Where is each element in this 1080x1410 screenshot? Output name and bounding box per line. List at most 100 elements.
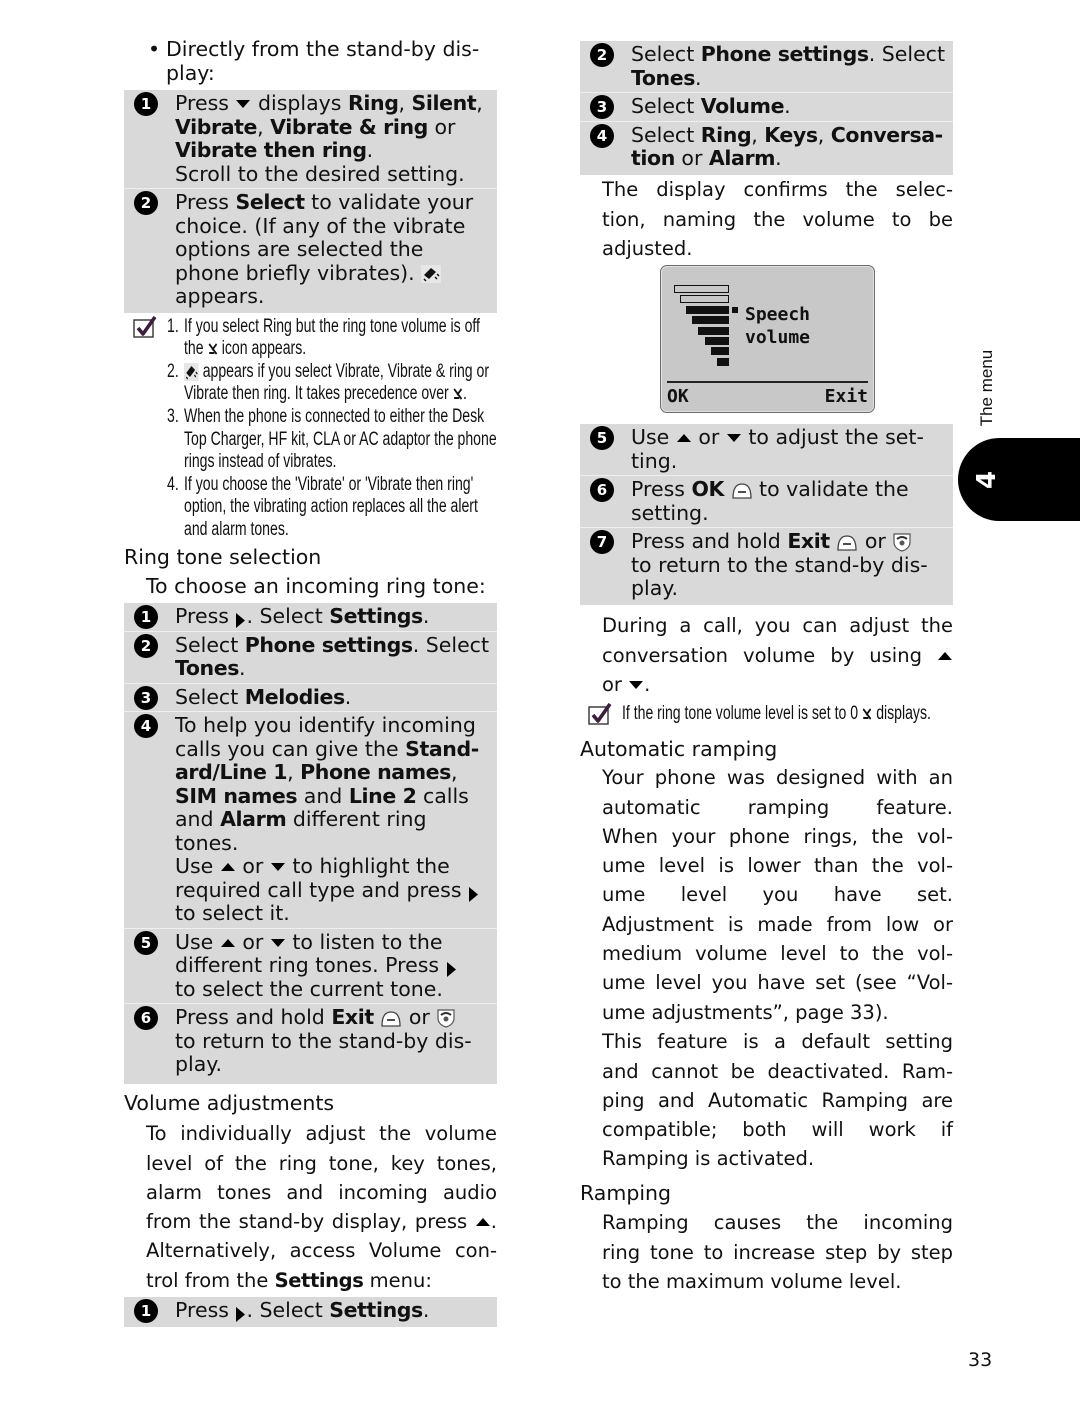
text-run: different ring bbox=[286, 807, 427, 831]
bold-term: Vibrate then ring bbox=[175, 138, 367, 162]
text-line: Vibrate then ring. It takes precedence o… bbox=[184, 383, 497, 406]
step-number-badge: 6 bbox=[590, 478, 614, 502]
text-run: and bbox=[175, 807, 221, 831]
text-line: tion, naming the volume to be bbox=[602, 205, 953, 234]
chapter-tab: 4 bbox=[958, 438, 1080, 521]
bold-term: ard/Line 1 bbox=[175, 760, 288, 784]
text-run: or bbox=[602, 672, 629, 696]
text-line: Press . Select Settings. bbox=[175, 604, 497, 629]
text-run: ume level you have set (see “Vol- bbox=[602, 971, 953, 995]
text-line: play: bbox=[166, 60, 479, 86]
step-number-badge: 1 bbox=[134, 605, 158, 629]
text-run: and bbox=[297, 783, 349, 808]
note-text: If you choose the 'Vibrate' or 'Vibrate … bbox=[184, 474, 497, 542]
text-line: Alternatively, access Volume con- bbox=[146, 1236, 497, 1265]
bold-term: Ring bbox=[700, 122, 752, 147]
bold-term: Settings bbox=[329, 1298, 423, 1322]
text-run: Use bbox=[175, 929, 220, 954]
text-line: Select Melodies. bbox=[175, 685, 497, 710]
text-line: ume level is lower than the vol- bbox=[602, 851, 953, 880]
text-run: to listen to the bbox=[285, 929, 443, 954]
text-run: Press bbox=[175, 604, 236, 628]
text-run: The display confirms the selec- bbox=[602, 178, 953, 202]
checkmark-note-icon bbox=[588, 702, 613, 725]
notes-list: 1. If you select Ring but the ring tone … bbox=[167, 316, 497, 542]
end-call-icon bbox=[892, 532, 912, 552]
bold-term: Vibrate bbox=[175, 114, 258, 139]
during-call-paragraph: During a call, you can adjust the convers… bbox=[602, 611, 953, 699]
text-line: Ramping is activated. bbox=[602, 1144, 953, 1173]
bold-term: Select bbox=[235, 190, 305, 214]
text-run: , bbox=[287, 760, 301, 784]
text-line: Use or to adjust the set- bbox=[631, 425, 953, 450]
step-text: Press . Select Settings. bbox=[175, 604, 497, 629]
text-line: To help you identify incoming bbox=[175, 713, 497, 738]
text-line: option, the vibrating action replaces al… bbox=[184, 496, 497, 519]
step-text: Select Melodies. bbox=[175, 685, 497, 710]
text-run: Directly from the stand-by dis- bbox=[166, 37, 480, 61]
text-line: level of the ring tone, key tones, bbox=[146, 1149, 497, 1178]
text-line: Press OK to validate the bbox=[631, 477, 953, 502]
right-arrow-icon bbox=[235, 612, 246, 629]
text-line: to select it. bbox=[175, 901, 497, 926]
text-line: Press Select to validate your bbox=[175, 190, 497, 215]
text-run: phone briefly vibrates). bbox=[175, 260, 422, 285]
text-run: from the stand-by display, press bbox=[146, 1210, 475, 1234]
text-line: ume adjustments”, page 33). bbox=[602, 998, 953, 1027]
text-run: alarm tones and incoming audio bbox=[146, 1180, 497, 1204]
text-line: from the stand-by display, press . bbox=[146, 1207, 497, 1236]
intro-bullet-item: • Directly from the stand-by dis-play: bbox=[148, 37, 498, 86]
note-item: 1. If you select Ring but the ring tone … bbox=[167, 316, 497, 361]
down-arrow-icon bbox=[726, 433, 742, 443]
text-run: When your phone rings, the vol- bbox=[602, 824, 953, 848]
step-number-badge: 2 bbox=[590, 43, 614, 67]
bold-term: Exit bbox=[331, 1005, 374, 1029]
text-line: Press and hold Exit or bbox=[631, 529, 953, 554]
text-line: ping and Automatic Ramping are bbox=[602, 1086, 953, 1115]
text-run: play: bbox=[166, 60, 215, 85]
step: 1 Press displays Ring, Silent, Vibrate, V… bbox=[124, 90, 497, 188]
step-number-badge: 4 bbox=[134, 714, 158, 738]
automatic-ramping-paragraph-2: This feature is a default setting and can… bbox=[602, 1027, 953, 1173]
note-text: appears if you select Vibrate, Vibrate &… bbox=[184, 361, 497, 406]
text-run: . Select bbox=[246, 1298, 330, 1322]
bold-term: Keys bbox=[764, 122, 818, 147]
text-line: Directly from the stand-by dis- bbox=[166, 37, 480, 62]
text-line: Select Volume. bbox=[631, 94, 953, 119]
display-confirm-paragraph: The display confirms the selec-tion, nam… bbox=[602, 175, 953, 263]
text-run: rings instead of vibrates. bbox=[184, 451, 337, 473]
step-text: Press . Select Settings. bbox=[175, 1298, 497, 1323]
text-line: medium volume level to the vol- bbox=[602, 939, 953, 968]
text-line: Press and hold Exit or bbox=[175, 1005, 497, 1030]
display-softkey-exit: Exit bbox=[824, 386, 868, 407]
text-run: , bbox=[257, 114, 271, 139]
text-line: the icon appears. bbox=[184, 338, 497, 361]
bold-term: Alarm bbox=[708, 146, 776, 170]
text-line: to return to the stand-by dis- bbox=[631, 553, 953, 578]
text-run: When the phone is connected to either th… bbox=[184, 406, 485, 428]
section-heading-volume: Volume adjustments bbox=[124, 1090, 335, 1115]
text-line: ting. bbox=[631, 449, 953, 474]
display-title: Speech volume bbox=[745, 303, 810, 349]
text-run: Press bbox=[175, 91, 236, 115]
text-line: trol from the Settings menu: bbox=[146, 1266, 497, 1295]
end-call-icon bbox=[436, 1008, 456, 1028]
step: 1 Press . Select Settings. bbox=[124, 603, 497, 631]
note-text: When the phone is connected to either th… bbox=[184, 406, 497, 474]
step-number-badge: 5 bbox=[134, 930, 158, 955]
note-text: If you select Ring but the ring tone vol… bbox=[184, 316, 497, 361]
up-arrow-icon bbox=[937, 651, 953, 661]
ring-tone-intro: To choose an incoming ring tone: bbox=[146, 573, 486, 598]
silent-icon bbox=[862, 707, 872, 721]
text-line: play. bbox=[631, 576, 953, 601]
text-run: Press bbox=[175, 190, 236, 214]
text-line: conversation volume by using bbox=[602, 641, 953, 670]
note-item: 2. appears if you select Vibrate, Vibrat… bbox=[167, 361, 497, 406]
bold-term: SIM names bbox=[175, 783, 298, 808]
step-number-badge: 5 bbox=[590, 426, 614, 450]
volume-zero-note: If the ring tone volume level is set to … bbox=[622, 703, 952, 726]
text-run: to highlight the bbox=[285, 854, 450, 878]
text-line: When the phone is connected to either th… bbox=[184, 406, 497, 429]
bold-term: Phone names bbox=[300, 760, 451, 784]
section-heading-automatic-ramping: Automatic ramping bbox=[580, 736, 778, 761]
